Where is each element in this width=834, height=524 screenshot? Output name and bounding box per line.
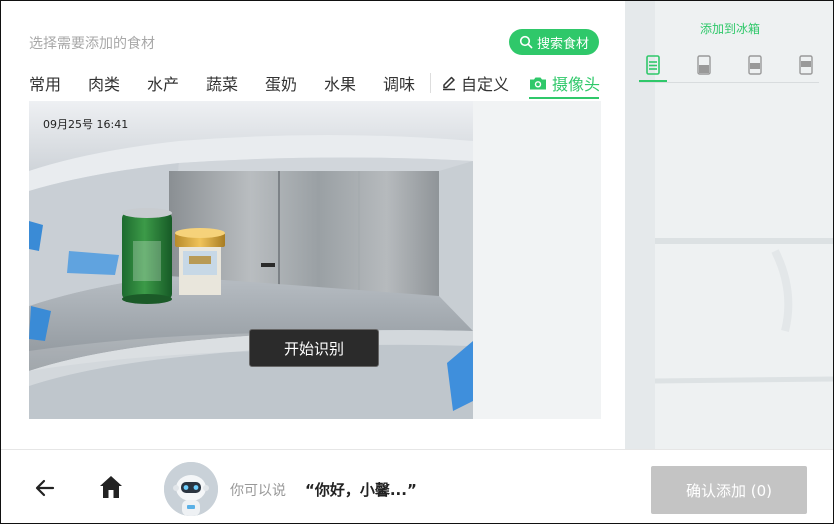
tab-common[interactable]: 常用 bbox=[29, 71, 61, 95]
app-screen: 选择需要添加的食材 搜索食材 常用 肉类 水产 蔬菜 蛋奶 水果 调味 自定义 bbox=[0, 0, 834, 524]
camera-timestamp: 09月25号 16:41 bbox=[43, 118, 129, 131]
active-tab-indicator bbox=[529, 97, 599, 99]
tab-camera[interactable]: 摄像头 bbox=[529, 71, 600, 95]
shelf-tabs-divider bbox=[639, 82, 819, 83]
tab-vegetables[interactable]: 蔬菜 bbox=[206, 71, 238, 95]
add-to-fridge-title: 添加到冰箱 bbox=[699, 22, 760, 36]
confirm-add-button[interactable]: 确认添加 (0) bbox=[651, 466, 807, 514]
search-ingredient-label: 搜索食材 bbox=[536, 36, 589, 52]
bottom-bar: 你可以说 “你好，小馨...” 确认添加 (0) bbox=[1, 449, 833, 523]
ingredient-panel: 选择需要添加的食材 搜索食材 常用 肉类 水产 蔬菜 蛋奶 水果 调味 自定义 bbox=[1, 1, 625, 449]
fridge-panel: 添加到冰箱 bbox=[625, 1, 833, 449]
tab-eggs-dairy[interactable]: 蛋奶 bbox=[265, 71, 297, 95]
fridge-camera-image bbox=[29, 101, 601, 419]
tab-divider bbox=[430, 73, 431, 93]
search-ingredient-button[interactable]: 搜索食材 bbox=[509, 29, 599, 55]
shelf-tab-2[interactable] bbox=[697, 55, 711, 75]
voice-hint: 你可以说 bbox=[230, 483, 286, 499]
shelf-tab-3[interactable] bbox=[748, 55, 762, 75]
tab-fruit[interactable]: 水果 bbox=[324, 71, 356, 95]
shelf-tab-1[interactable] bbox=[646, 55, 660, 75]
assistant-avatar[interactable] bbox=[164, 462, 218, 516]
tab-seafood[interactable]: 水产 bbox=[147, 71, 179, 95]
tab-custom[interactable]: 自定义 bbox=[441, 71, 509, 95]
pencil-icon bbox=[443, 76, 455, 91]
tab-custom-label: 自定义 bbox=[461, 75, 510, 94]
camera-preview: 09月25号 16:41 开始识别 bbox=[29, 101, 601, 419]
tab-seasoning[interactable]: 调味 bbox=[383, 71, 415, 95]
voice-wake-phrase: “你好，小馨...” bbox=[305, 481, 417, 499]
back-arrow-icon[interactable] bbox=[33, 476, 57, 500]
search-icon bbox=[519, 35, 533, 49]
tab-meat[interactable]: 肉类 bbox=[88, 71, 120, 95]
category-tabs: 常用 肉类 水产 蔬菜 蛋奶 水果 调味 自定义 摄像头 bbox=[1, 65, 625, 101]
robot-icon bbox=[164, 462, 218, 516]
tab-camera-label: 摄像头 bbox=[552, 75, 601, 94]
home-icon[interactable] bbox=[97, 473, 125, 501]
shelf-tab-4[interactable] bbox=[799, 55, 813, 75]
camera-icon bbox=[530, 77, 546, 90]
start-recognition-button[interactable]: 开始识别 bbox=[249, 329, 379, 367]
select-hint: 选择需要添加的食材 bbox=[29, 36, 155, 52]
